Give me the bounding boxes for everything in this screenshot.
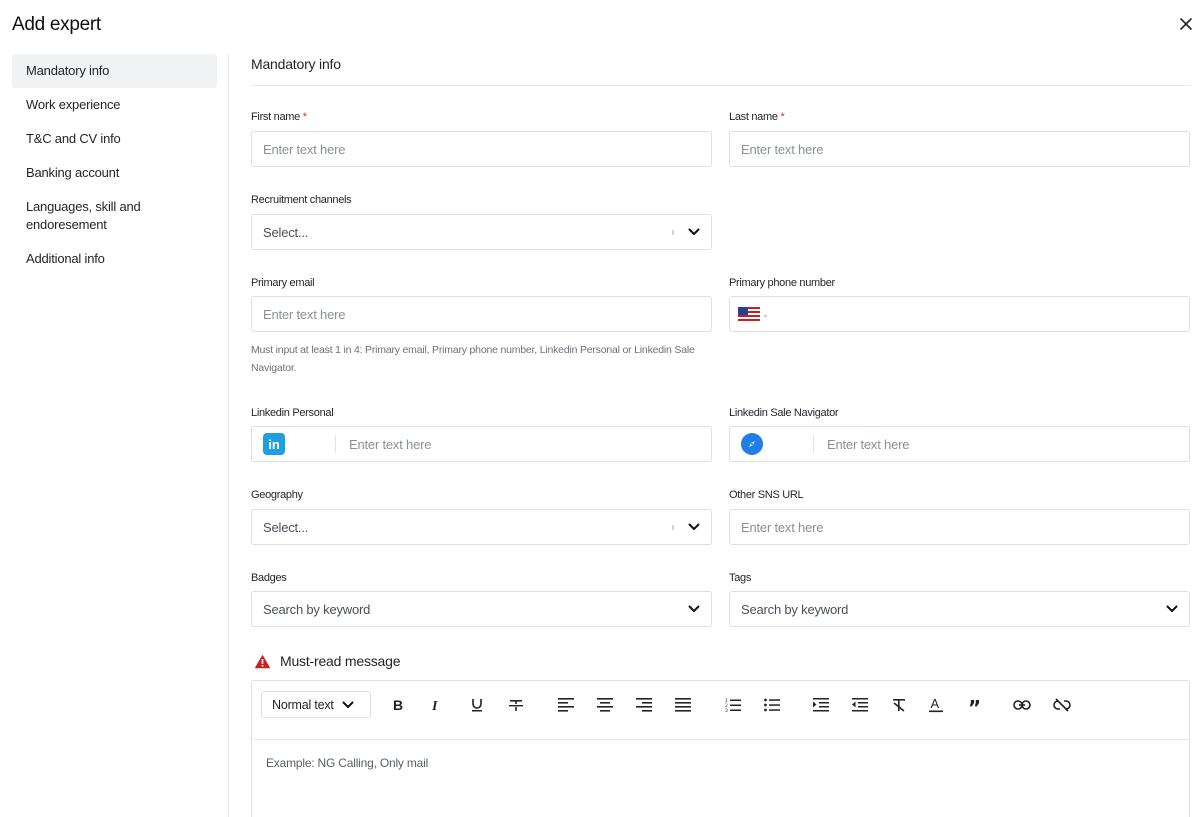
geography-select[interactable]: Select... [251,509,712,545]
sidebar-divider [228,54,229,817]
first-name-input[interactable]: Enter text here [251,131,712,167]
other-sns-label: Other SNS URL [729,489,804,501]
compass-icon [741,433,763,455]
contact-hint-text: Must input at least 1 in 4: Primary emai… [251,344,695,374]
linkedin-sales-placeholder: Enter text here [827,436,910,452]
last-name-label: Last name * [729,111,1190,123]
section-title: Mandatory info [251,56,341,72]
chevron-down-icon[interactable] [688,605,700,613]
link-icon[interactable] [1010,694,1034,716]
chevron-down-icon[interactable] [688,228,700,236]
underline-icon[interactable] [465,694,489,716]
first-name-label: First name * [251,111,712,123]
sidebar-item-additional-info[interactable]: Additional info [12,242,217,276]
input-separator [335,435,336,453]
sidebar-item-languages-skill[interactable]: Languages, skill and endoresement [12,190,217,242]
align-justify-icon[interactable] [671,694,695,716]
svg-text:3: 3 [725,708,728,712]
primary-phone-label: Primary phone number [729,277,835,289]
geography-value: Select... [263,519,309,535]
primary-email-placeholder: Enter text here [263,306,346,322]
strikethrough-icon[interactable] [504,694,528,716]
text-style-select[interactable]: Normal text [261,691,371,718]
recruitment-channels-select[interactable]: Select... [251,214,712,250]
first-name-label-text: First name [251,111,300,123]
bullet-list-icon[interactable] [760,694,784,716]
svg-text:B: B [393,698,403,712]
tags-placeholder: Search by keyword [741,601,849,617]
sidebar-item-tc-cv-info[interactable]: T&C and CV info [12,122,217,156]
align-left-icon[interactable] [554,694,578,716]
align-center-icon[interactable] [593,694,617,716]
linkedin-sales-label: Linkedin Sale Navigator [729,407,839,419]
italic-icon[interactable]: I [424,694,448,716]
outdent-icon[interactable] [848,694,872,716]
bold-icon[interactable]: B [386,694,410,716]
text-style-value: Normal text [272,697,334,712]
must-read-title: Must-read message [280,653,401,669]
close-icon[interactable] [1178,16,1194,32]
linkedin-personal-placeholder: Enter text here [349,436,432,452]
us-flag-icon[interactable] [738,307,760,321]
editor-placeholder[interactable]: Example: NG Calling, Only mail [266,756,428,770]
badges-placeholder: Search by keyword [263,601,371,617]
last-name-input[interactable]: Enter text here [729,131,1190,167]
indent-icon[interactable] [809,694,833,716]
sidebar: Mandatory info Work experience T&C and C… [12,54,217,276]
sidebar-item-banking-account[interactable]: Banking account [12,156,217,190]
recruitment-channels-value: Select... [263,224,309,240]
last-name-placeholder: Enter text here [741,141,824,157]
align-right-icon[interactable] [632,694,656,716]
section-divider [251,85,1190,86]
sidebar-item-mandatory-info[interactable]: Mandatory info [12,54,217,88]
clear-format-icon[interactable] [887,694,911,716]
linkedin-sales-input[interactable]: Enter text here [729,426,1190,462]
first-name-placeholder: Enter text here [263,141,346,157]
must-read-heading: Must-read message [254,653,401,669]
rich-text-editor: Normal text B I 1 2 3 A Example: NG Call… [251,680,1190,817]
editor-toolbar: Normal text B I 1 2 3 A [252,681,1189,740]
input-separator [813,435,814,453]
unlink-icon[interactable] [1050,694,1074,716]
last-name-label-text: Last name [729,111,778,123]
linkedin-icon: in [263,433,285,455]
geography-label: Geography [251,489,303,501]
primary-email-input[interactable]: Enter text here [251,296,712,332]
ordered-list-icon[interactable]: 123 [721,694,745,716]
badges-select[interactable]: Search by keyword [251,591,712,627]
chevron-down-icon [342,701,354,708]
text-color-icon[interactable]: A [924,694,948,716]
quote-icon[interactable]: ” [963,694,987,716]
page-title: Add expert [12,14,101,35]
warning-icon [254,654,271,668]
other-sns-placeholder: Enter text here [741,519,824,535]
sidebar-item-work-experience[interactable]: Work experience [12,88,217,122]
chevron-down-icon[interactable] [688,523,700,531]
chevron-down-icon[interactable]: ⌄ [762,310,769,319]
tags-select[interactable]: Search by keyword [729,591,1190,627]
svg-text:A: A [931,697,940,711]
primary-email-label: Primary email [251,277,315,289]
linkedin-personal-input[interactable]: in Enter text here [251,426,712,462]
required-marker: * [302,111,307,123]
recruitment-channels-label: Recruitment channels [251,194,352,206]
primary-phone-input[interactable]: ⌄ [729,296,1190,332]
svg-text:”: ” [968,700,981,710]
other-sns-input[interactable]: Enter text here [729,509,1190,545]
required-marker: * [780,111,785,123]
select-separator [672,524,674,530]
select-separator [672,229,674,235]
linkedin-personal-label: Linkedin Personal [251,407,334,419]
chevron-down-icon[interactable] [1166,605,1178,613]
tags-label: Tags [729,572,752,584]
svg-text:I: I [431,699,438,712]
badges-label: Badges [251,572,287,584]
